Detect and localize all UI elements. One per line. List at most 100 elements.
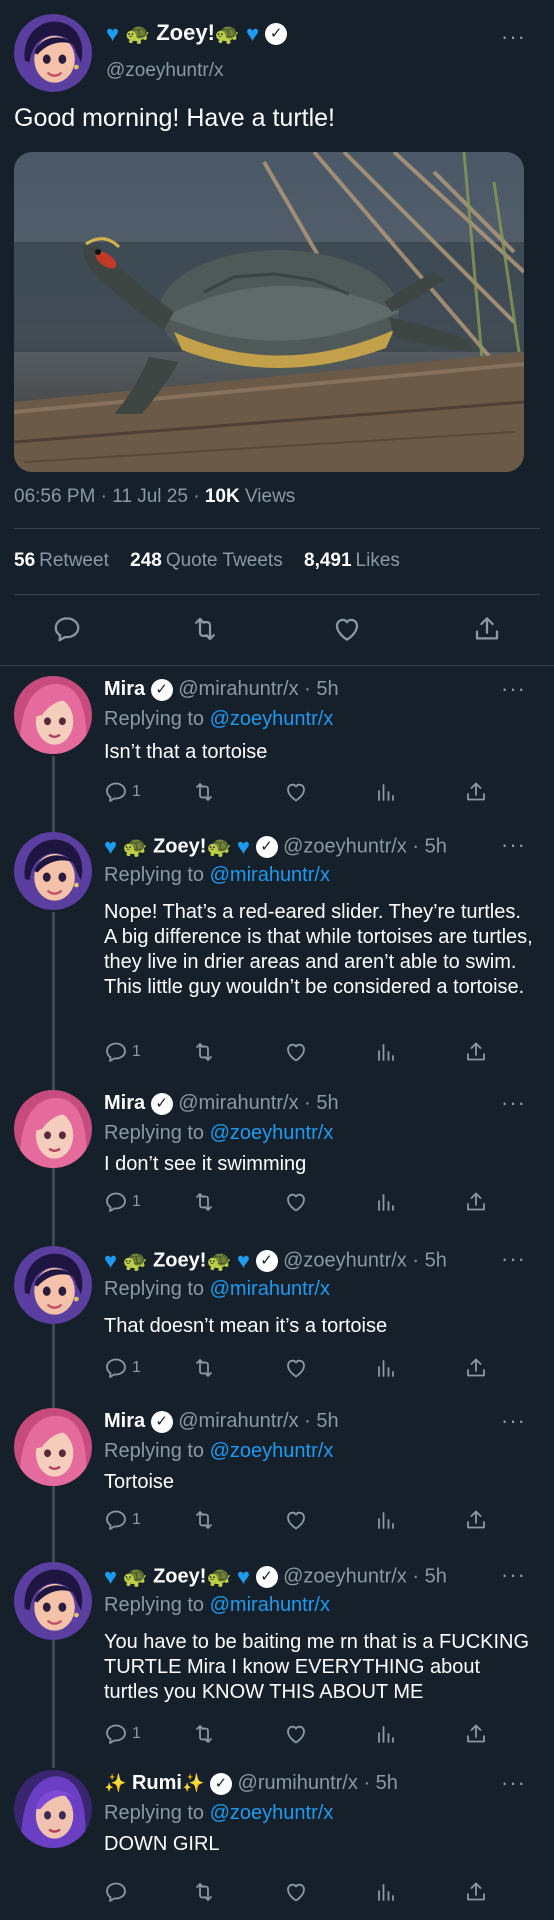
reply-text: Tortoise xyxy=(104,1471,175,1493)
turtle-photo[interactable] xyxy=(14,152,524,472)
share-button[interactable] xyxy=(464,1190,488,1214)
author-handle[interactable]: @rumihuntr/x xyxy=(238,1772,358,1794)
retweet-button[interactable] xyxy=(192,1508,216,1532)
share-button[interactable] xyxy=(464,1508,488,1532)
turtle-emoji: 🐢 xyxy=(206,836,232,859)
replying-prefix: Replying to xyxy=(104,1802,205,1824)
verified-badge-icon: ✓ xyxy=(255,1566,278,1588)
share-button[interactable] xyxy=(464,1040,488,1064)
mention-link[interactable]: @mirahuntr/x xyxy=(210,1594,330,1616)
replying-to: Replying to @mirahuntr/x xyxy=(104,864,330,887)
mention-link[interactable]: @zoeyhuntr/x xyxy=(210,1122,334,1144)
retweet-button[interactable] xyxy=(192,1356,216,1380)
author-name[interactable]: Zoey! xyxy=(153,835,206,857)
more-options-icon[interactable]: ··· xyxy=(501,24,526,50)
reply-button[interactable] xyxy=(52,614,82,644)
mention-link[interactable]: @mirahuntr/x xyxy=(210,864,330,886)
author-handle[interactable]: @mirahuntr/x xyxy=(178,1410,298,1432)
more-options-icon[interactable]: ··· xyxy=(501,1246,526,1272)
avatar[interactable] xyxy=(14,1562,92,1640)
like-button[interactable] xyxy=(284,1356,308,1380)
like-button[interactable] xyxy=(284,1722,308,1746)
reply-button[interactable]: 1 xyxy=(104,1356,141,1380)
views-button[interactable] xyxy=(374,1880,398,1904)
author-name[interactable]: Mira xyxy=(104,1092,145,1114)
reply-text: I don’t see it swimming xyxy=(104,1153,307,1175)
reply-icon xyxy=(104,1880,128,1904)
reply-button[interactable]: 1 xyxy=(104,1508,141,1532)
author-name[interactable]: Zoey! xyxy=(153,1565,206,1587)
like-button[interactable] xyxy=(284,780,308,804)
author-handle[interactable]: @zoeyhuntr/x xyxy=(283,1565,407,1587)
views-button[interactable] xyxy=(374,1722,398,1746)
turtle-emoji: 🐢 xyxy=(125,23,151,46)
avatar[interactable] xyxy=(14,1090,92,1168)
author-name-row[interactable]: ♥ 🐢 Zoey!🐢 ♥ ✓ xyxy=(106,20,288,47)
like-button[interactable] xyxy=(284,1880,308,1904)
author-name[interactable]: Rumi xyxy=(132,1772,182,1794)
author-handle[interactable]: @zoeyhuntr/x xyxy=(106,60,224,82)
likes-stat[interactable]: 8,491 Likes xyxy=(304,550,400,571)
quotes-stat[interactable]: 248 Quote Tweets xyxy=(130,550,283,571)
avatar[interactable] xyxy=(14,1770,92,1848)
like-button[interactable] xyxy=(284,1040,308,1064)
avatar[interactable] xyxy=(14,14,92,92)
reply-button[interactable]: 1 xyxy=(104,780,141,804)
quotes-label: Quote Tweets xyxy=(165,550,283,571)
like-button[interactable] xyxy=(284,1508,308,1532)
verified-badge-icon: ✓ xyxy=(255,1250,278,1272)
share-button[interactable] xyxy=(464,1356,488,1380)
views-button[interactable] xyxy=(374,1190,398,1214)
reply-button[interactable]: 1 xyxy=(104,1040,141,1064)
mention-link[interactable]: @zoeyhuntr/x xyxy=(210,708,334,730)
retweet-button[interactable] xyxy=(192,1040,216,1064)
author-handle[interactable]: @zoeyhuntr/x xyxy=(283,835,407,857)
mention-link[interactable]: @zoeyhuntr/x xyxy=(210,1802,334,1824)
views-button[interactable] xyxy=(374,780,398,804)
mention-link[interactable]: @zoeyhuntr/x xyxy=(210,1440,334,1462)
like-button[interactable] xyxy=(332,614,362,644)
views-button[interactable] xyxy=(374,1356,398,1380)
author-name[interactable]: Mira xyxy=(104,1410,145,1432)
more-options-icon[interactable]: ··· xyxy=(501,1770,526,1796)
share-button[interactable] xyxy=(464,1722,488,1746)
avatar-image xyxy=(14,1562,92,1640)
views-button[interactable] xyxy=(374,1508,398,1532)
mention-link[interactable]: @mirahuntr/x xyxy=(210,1278,330,1300)
retweet-button[interactable] xyxy=(192,1722,216,1746)
avatar[interactable] xyxy=(14,1246,92,1324)
retweet-button[interactable] xyxy=(190,614,220,644)
reply-button[interactable] xyxy=(104,1880,132,1904)
divider xyxy=(0,665,554,666)
reply-header: ♥ 🐢 Zoey!🐢 ♥ ✓ @zoeyhuntr/x · 5h xyxy=(104,834,447,859)
author-name[interactable]: Zoey! xyxy=(153,1249,206,1271)
reply-action-bar: 1 xyxy=(0,1508,554,1538)
reply-action-bar: 1 xyxy=(0,1190,554,1220)
avatar[interactable] xyxy=(14,1408,92,1486)
retweet-button[interactable] xyxy=(192,1880,216,1904)
more-options-icon[interactable]: ··· xyxy=(501,1408,526,1434)
verified-badge-icon: ✓ xyxy=(150,678,173,701)
heart-icon xyxy=(284,1722,308,1746)
share-button[interactable] xyxy=(464,780,488,804)
author-handle[interactable]: @mirahuntr/x xyxy=(178,678,298,700)
share-icon xyxy=(464,1722,488,1746)
retweet-button[interactable] xyxy=(192,780,216,804)
author-name[interactable]: Mira xyxy=(104,678,145,700)
share-button[interactable] xyxy=(464,1880,488,1904)
like-button[interactable] xyxy=(284,1190,308,1214)
views-button[interactable] xyxy=(374,1040,398,1064)
reply-button[interactable]: 1 xyxy=(104,1722,141,1746)
reply-button[interactable]: 1 xyxy=(104,1190,141,1214)
more-options-icon[interactable]: ··· xyxy=(501,1562,526,1588)
more-options-icon[interactable]: ··· xyxy=(501,832,526,858)
avatar[interactable] xyxy=(14,676,92,754)
author-handle[interactable]: @mirahuntr/x xyxy=(178,1092,298,1114)
retweet-button[interactable] xyxy=(192,1190,216,1214)
avatar[interactable] xyxy=(14,832,92,910)
share-button[interactable] xyxy=(472,614,502,644)
author-handle[interactable]: @zoeyhuntr/x xyxy=(283,1249,407,1271)
more-options-icon[interactable]: ··· xyxy=(501,1090,526,1116)
more-options-icon[interactable]: ··· xyxy=(501,676,526,702)
retweets-stat[interactable]: 56 Retweet xyxy=(14,550,109,571)
